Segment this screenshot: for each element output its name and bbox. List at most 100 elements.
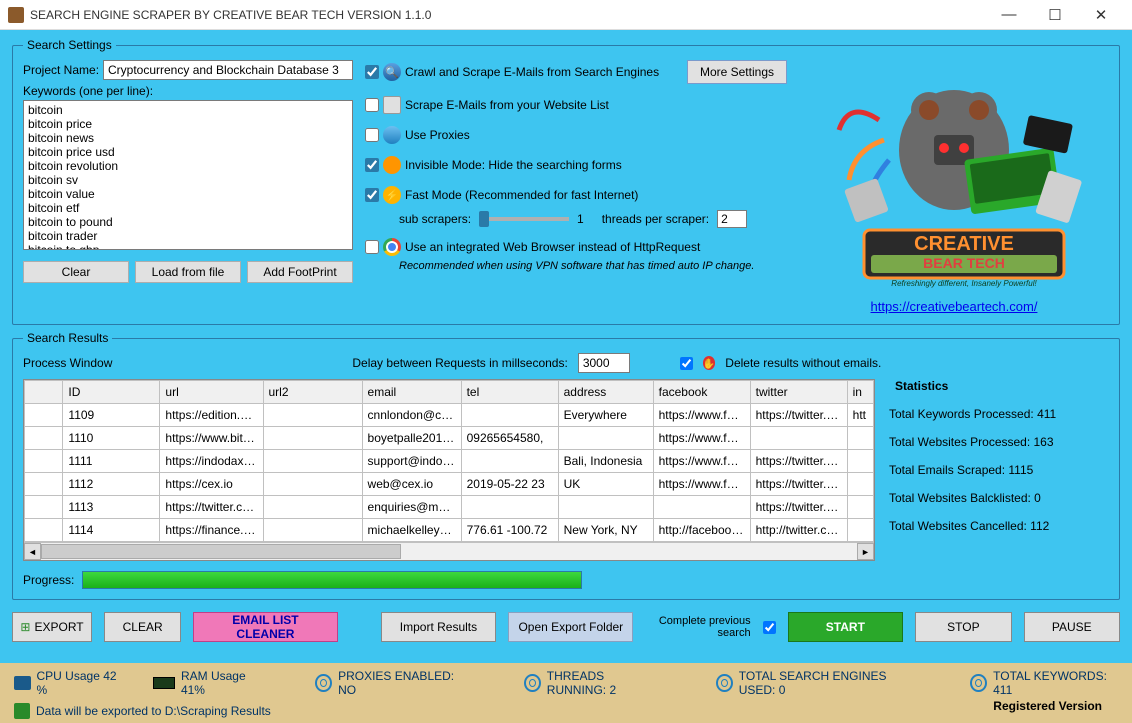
column-header[interactable]: in <box>847 381 873 404</box>
sub-scrapers-label: sub scrapers: <box>399 212 471 226</box>
clear-keywords-button[interactable]: Clear <box>23 261 129 283</box>
table-row[interactable]: 1113https://twitter.comenquiries@mcsa...… <box>25 496 874 519</box>
close-button[interactable]: ✕ <box>1078 0 1124 29</box>
stats-title: Statistics <box>895 379 948 393</box>
stat-keywords: Total Keywords Processed: 411 <box>889 407 1109 421</box>
column-header[interactable]: address <box>558 381 653 404</box>
svg-text:Refreshingly different, Insane: Refreshingly different, Insanely Powerfu… <box>891 279 1037 288</box>
proxies-status: PROXIES ENABLED: NO <box>338 669 464 697</box>
fastmode-label: Fast Mode (Recommended for fast Internet… <box>405 188 638 202</box>
bottom-buttons: ⊞EXPORT CLEAR EMAIL LIST CLEANER Import … <box>12 612 1120 642</box>
fastmode-checkbox[interactable] <box>365 188 379 202</box>
search-results-legend: Search Results <box>23 331 112 345</box>
window-title: SEARCH ENGINE SCRAPER BY CREATIVE BEAR T… <box>30 8 986 22</box>
process-window-label: Process Window <box>23 356 112 370</box>
import-results-button[interactable]: Import Results <box>381 612 497 642</box>
scroll-right-icon[interactable]: ► <box>857 543 874 560</box>
complete-previous-label: Complete previous search <box>645 615 750 639</box>
cpu-usage: CPU Usage 42 % <box>37 669 123 697</box>
column-header[interactable]: email <box>362 381 461 404</box>
statistics-panel: Statistics Total Keywords Processed: 411… <box>889 379 1109 561</box>
list-icon <box>383 96 401 114</box>
bolt-icon: ⚡ <box>383 186 401 204</box>
search-settings-legend: Search Settings <box>23 38 116 52</box>
column-header[interactable]: url <box>160 381 263 404</box>
export-button[interactable]: ⊞EXPORT <box>12 612 92 642</box>
logo-image: CREATIVE BEAR TECH Refreshingly differen… <box>809 60 1099 290</box>
stat-blacklist: Total Websites Balcklisted: 0 <box>889 491 1109 505</box>
delay-input[interactable] <box>578 353 630 373</box>
hand-icon <box>703 356 715 370</box>
clear-results-button[interactable]: CLEAR <box>104 612 181 642</box>
threads-label: threads per scraper: <box>602 212 709 226</box>
export-icon <box>14 703 30 719</box>
column-header[interactable]: tel <box>461 381 558 404</box>
delay-label: Delay between Requests in millseconds: <box>352 356 567 370</box>
globe2-icon <box>383 126 401 144</box>
table-row[interactable]: 1109https://edition.cn...cnnlondon@cnn..… <box>25 404 874 427</box>
project-name-label: Project Name: <box>23 63 103 77</box>
scroll-left-icon[interactable]: ◄ <box>24 543 41 560</box>
ring-icon <box>315 674 332 692</box>
threads-status: THREADS RUNNING: 2 <box>547 669 666 697</box>
table-row[interactable]: 1112https://cex.ioweb@cex.io2019-05-22 2… <box>25 473 874 496</box>
svg-text:CREATIVE: CREATIVE <box>914 233 1014 255</box>
export-path: Data will be exported to D:\Scraping Res… <box>36 704 271 718</box>
weblist-checkbox[interactable] <box>365 98 379 112</box>
progress-label: Progress: <box>23 573 74 587</box>
crawl-checkbox[interactable] <box>365 65 379 79</box>
stat-emails: Total Emails Scraped: 1115 <box>889 463 1109 477</box>
sub-scrapers-slider[interactable] <box>479 217 569 221</box>
more-settings-button[interactable]: More Settings <box>687 60 787 84</box>
project-name-input[interactable] <box>103 60 353 80</box>
column-header[interactable]: twitter <box>750 381 847 404</box>
threads-input[interactable] <box>717 210 747 228</box>
app-icon <box>8 7 24 23</box>
delete-checkbox[interactable] <box>680 357 693 370</box>
table-row[interactable]: 1110https://www.bitc...boyetpalle2014@..… <box>25 427 874 450</box>
browser-note: Recommended when using VPN software that… <box>399 260 787 272</box>
titlebar: SEARCH ENGINE SCRAPER BY CREATIVE BEAR T… <box>0 0 1132 30</box>
table-row[interactable]: 1111https://indodax.c...support@indodax.… <box>25 450 874 473</box>
proxies-label: Use Proxies <box>405 128 470 142</box>
stat-websites: Total Websites Processed: 163 <box>889 435 1109 449</box>
column-header[interactable]: ID <box>63 381 160 404</box>
stop-button[interactable]: STOP <box>915 612 1011 642</box>
weblist-label: Scrape E-Mails from your Website List <box>405 98 609 112</box>
keywords-label: Keywords (one per line): <box>23 84 353 98</box>
add-footprint-button[interactable]: Add FootPrint <box>247 261 353 283</box>
table-row[interactable]: 1114https://finance.y...michaelkelley@y.… <box>25 519 874 542</box>
pause-button[interactable]: PAUSE <box>1024 612 1120 642</box>
maximize-button[interactable]: ☐ <box>1032 0 1078 29</box>
firefox-icon <box>383 156 401 174</box>
grid-scrollbar[interactable]: ◄ ► <box>24 542 874 560</box>
keywords-status: TOTAL KEYWORDS: 411 <box>993 669 1118 697</box>
column-header[interactable]: facebook <box>653 381 750 404</box>
open-folder-button[interactable]: Open Export Folder <box>508 612 633 642</box>
chrome-icon <box>383 238 401 256</box>
search-settings-group: Search Settings Project Name: Keywords (… <box>12 38 1120 325</box>
minimize-button[interactable]: — <box>986 0 1032 29</box>
logo-link[interactable]: https://creativebeartech.com/ <box>799 299 1109 314</box>
keywords-textarea[interactable]: bitcoin bitcoin price bitcoin news bitco… <box>23 100 353 250</box>
globe-icon: 🔍 <box>383 63 401 81</box>
results-grid[interactable]: IDurlurl2emailteladdressfacebooktwitteri… <box>23 379 875 561</box>
stat-cancelled: Total Websites Cancelled: 112 <box>889 519 1109 533</box>
browser-checkbox[interactable] <box>365 240 379 254</box>
column-header[interactable]: url2 <box>263 381 362 404</box>
ram-usage: RAM Usage 41% <box>181 669 265 697</box>
sub-scrapers-value: 1 <box>577 212 584 226</box>
main-panel: Search Settings Project Name: Keywords (… <box>0 30 1132 663</box>
crawl-label: Crawl and Scrape E-Mails from Search Eng… <box>405 65 659 79</box>
column-header[interactable] <box>25 381 63 404</box>
proxies-checkbox[interactable] <box>365 128 379 142</box>
delete-label: Delete results without emails. <box>725 356 881 370</box>
registered-version: Registered Version <box>993 699 1102 713</box>
start-button[interactable]: START <box>788 612 904 642</box>
status-bar: CPU Usage 42 % RAM Usage 41% PROXIES ENA… <box>0 663 1132 723</box>
complete-previous-checkbox[interactable] <box>763 621 776 634</box>
load-from-file-button[interactable]: Load from file <box>135 261 241 283</box>
invisible-checkbox[interactable] <box>365 158 379 172</box>
invisible-label: Invisible Mode: Hide the searching forms <box>405 158 622 172</box>
email-cleaner-button[interactable]: EMAIL LIST CLEANER <box>193 612 337 642</box>
